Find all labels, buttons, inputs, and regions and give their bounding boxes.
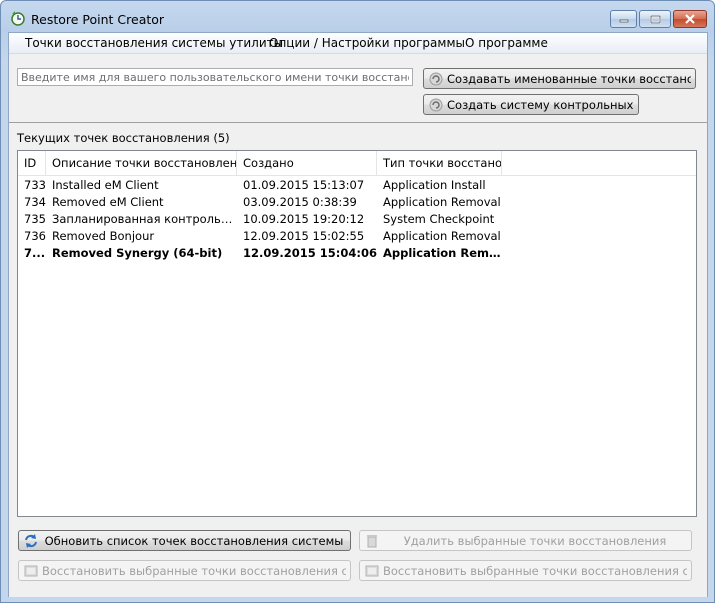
row-created: 12.09.2015 15:04:06 (243, 246, 377, 260)
table-row[interactable]: 734 Removed eM Client 03.09.2015 0:38:39… (18, 194, 696, 211)
close-button[interactable] (673, 10, 707, 28)
row-description: Installed eM Client (52, 178, 159, 192)
column-header-id[interactable]: ID (18, 151, 46, 175)
delete-label: Удалить выбранные точки восстановления (403, 533, 667, 548)
menu-restore-utilities[interactable]: Точки восстановления системы утилиты (19, 36, 289, 50)
row-description: Removed Bonjour (52, 229, 155, 243)
refresh-label: Обновить список точек восстановления сис… (44, 533, 344, 548)
row-type: Application Removal (383, 195, 501, 209)
column-header-type[interactable]: Тип точки восстано... (377, 151, 502, 175)
table-row[interactable]: 735 Запланированная контрольная т... 10.… (18, 211, 696, 228)
table-row[interactable]: 736 Removed Bonjour 12.09.2015 15:02:55 … (18, 228, 696, 245)
restore-safe-mode-label: Восстановить выбранные точки восстановле… (383, 563, 687, 578)
row-id: 736 (24, 229, 46, 243)
restore-safe-mode-icon (364, 563, 380, 579)
row-created: 12.09.2015 15:02:55 (243, 229, 365, 243)
create-checkpoint-label: Создать систему контрольных точек (447, 97, 634, 112)
menu-about[interactable]: О программе (459, 36, 554, 50)
create-panel: Создавать именованные точки восстановлен… (9, 54, 707, 123)
row-description: Запланированная контрольная т... (52, 212, 237, 226)
minimize-icon (619, 15, 629, 23)
refresh-list-button[interactable]: Обновить список точек восстановления сис… (18, 530, 351, 551)
list-header: ID Описание точки восстановления Создано… (18, 151, 696, 176)
row-created: 03.09.2015 0:38:39 (243, 195, 357, 209)
create-named-restore-point-button[interactable]: Создавать именованные точки восстановлен… (423, 68, 696, 89)
menu-bar: Точки восстановления системы утилиты Опц… (9, 33, 707, 54)
row-description: Removed Synergy (64-bit) (52, 246, 223, 260)
row-id: 734 (24, 195, 46, 209)
restore-label: Восстановить выбранные точки восстановле… (42, 563, 346, 578)
delete-selected-button[interactable]: Удалить выбранные точки восстановления (359, 530, 692, 551)
create-restore-icon (428, 71, 444, 87)
create-checkpoint-button[interactable]: Создать систему контрольных точек (423, 94, 639, 115)
column-header-created[interactable]: Создано (237, 151, 377, 175)
restore-points-panel: Текущих точек восстановления (5) ID Опис… (9, 123, 707, 523)
close-icon (684, 14, 696, 24)
actions-panel: Обновить список точек восстановления сис… (9, 523, 707, 597)
maximize-button[interactable] (639, 10, 671, 28)
row-description: Removed eM Client (52, 195, 164, 209)
row-type: Application Install (383, 178, 486, 192)
window-title: Restore Point Creator (31, 12, 165, 27)
maximize-icon (649, 14, 661, 24)
restore-selected-safe-mode-button[interactable]: Восстановить выбранные точки восстановле… (359, 560, 692, 581)
trash-icon (364, 533, 380, 549)
restore-points-list[interactable]: ID Описание точки восстановления Создано… (17, 150, 697, 517)
row-id: 733 (24, 178, 46, 192)
restore-clock-icon (10, 10, 26, 26)
row-type: System Checkpoint (383, 212, 495, 226)
menu-options[interactable]: Опции / Настройки программы (263, 36, 471, 50)
row-type: Application Remo... (383, 246, 502, 260)
column-header-description[interactable]: Описание точки восстановления (46, 151, 237, 175)
row-created: 01.09.2015 15:13:07 (243, 178, 365, 192)
title-bar[interactable]: Restore Point Creator (1, 1, 714, 35)
checkpoint-icon (428, 97, 444, 113)
refresh-icon (23, 533, 39, 549)
row-id: 735 (24, 212, 46, 226)
app-window: Restore Point Creator Точки восстановлен… (0, 0, 715, 603)
restore-points-count-label: Текущих точек восстановления (5) (17, 131, 230, 145)
create-named-label: Создавать именованные точки восстановлен… (447, 71, 691, 86)
client-area: Точки восстановления системы утилиты Опц… (8, 32, 708, 597)
restore-selected-button[interactable]: Восстановить выбранные точки восстановле… (18, 560, 351, 581)
row-type: Application Removal (383, 229, 501, 243)
restore-point-name-input[interactable] (17, 68, 413, 86)
row-id: 7... (24, 246, 46, 260)
row-created: 10.09.2015 19:20:12 (243, 212, 365, 226)
restore-icon (23, 563, 39, 579)
minimize-button[interactable] (610, 10, 637, 28)
table-row[interactable]: 7... Removed Synergy (64-bit) 12.09.2015… (18, 245, 696, 262)
table-row[interactable]: 733 Installed eM Client 01.09.2015 15:13… (18, 177, 696, 194)
